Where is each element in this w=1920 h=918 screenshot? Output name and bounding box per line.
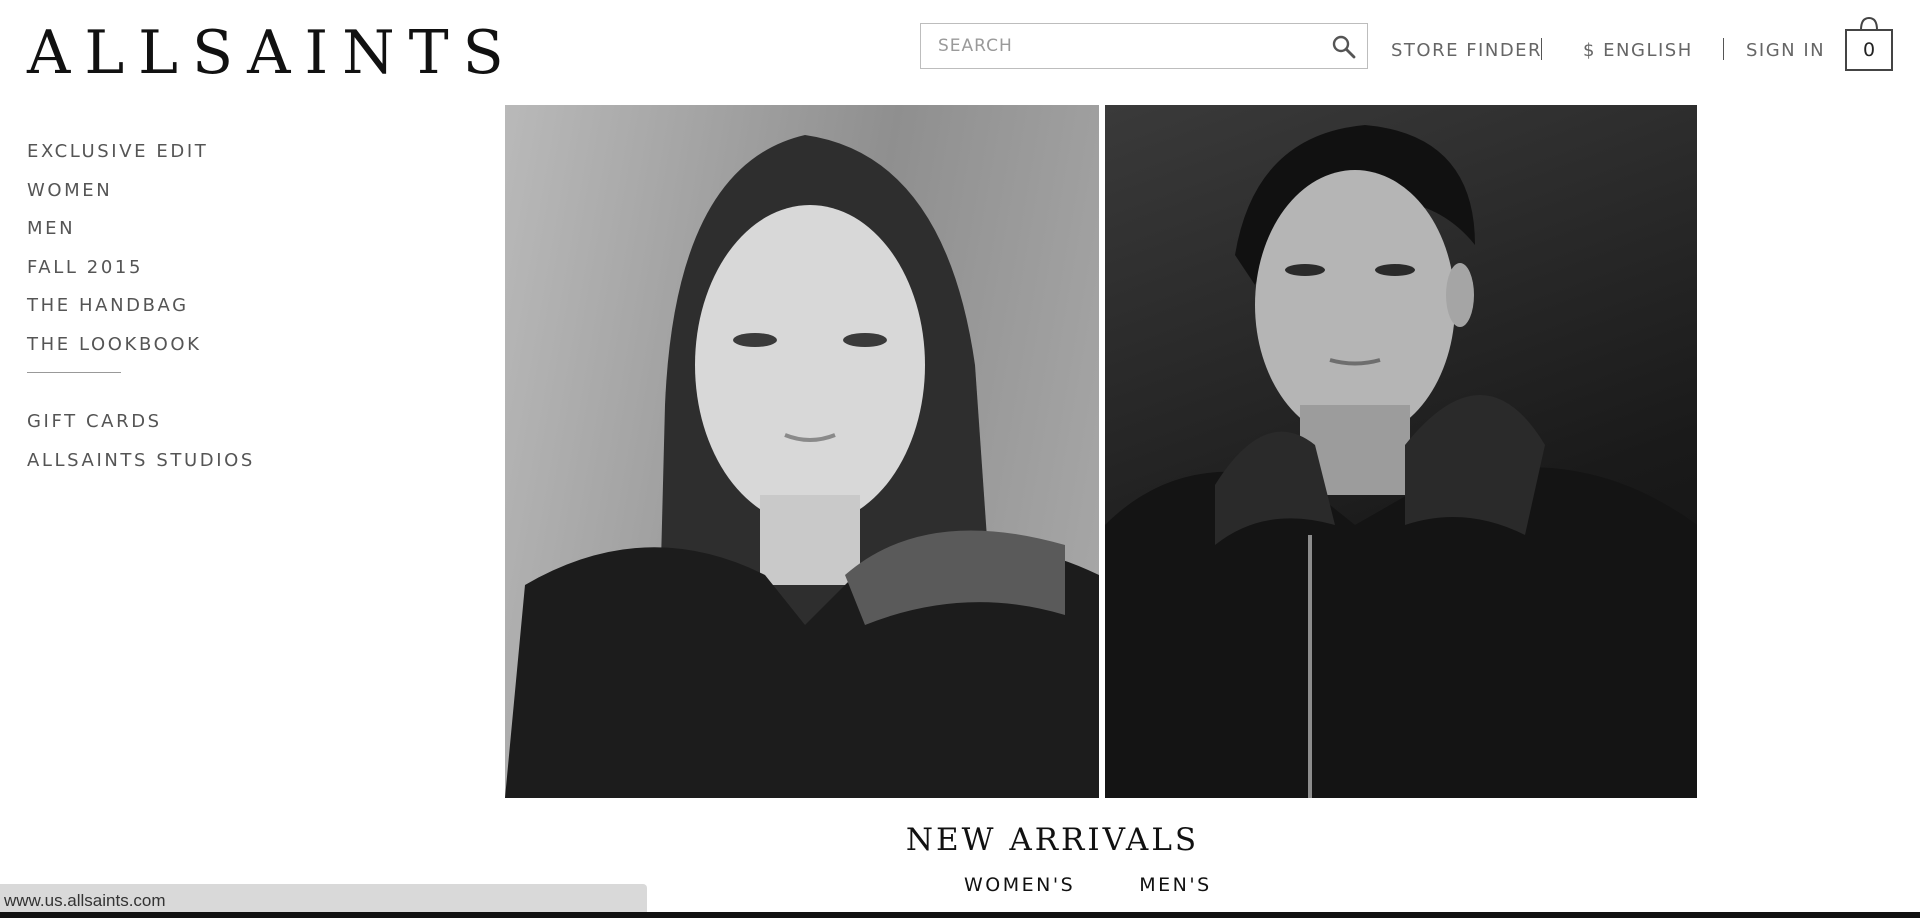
brand-logo[interactable]: ALLSAINTS (27, 18, 518, 88)
sidebar-item-allsaints-studios[interactable]: ALLSAINTS STUDIOS (27, 448, 255, 487)
nav-separator (1541, 38, 1542, 60)
sidebar-item-gift-cards[interactable]: GIFT CARDS (27, 409, 255, 448)
new-arrivals-heading: NEW ARRIVALS (905, 822, 1200, 858)
sidebar-divider (27, 372, 121, 373)
page-bottom-strip (0, 912, 1920, 918)
search-input[interactable] (921, 24, 1321, 68)
mens-new-arrivals-link[interactable]: MEN'S (1139, 874, 1211, 896)
sidebar-item-exclusive-edit[interactable]: EXCLUSIVE EDIT (27, 139, 255, 178)
currency-language-selector[interactable]: $ ENGLISH (1583, 40, 1693, 61)
search-icon[interactable] (1331, 34, 1357, 60)
store-finder-link[interactable]: STORE FINDER (1391, 40, 1542, 61)
shopping-bag-button[interactable]: 0 (1843, 14, 1895, 72)
new-arrivals-links: WOMEN'S MEN'S (964, 874, 1271, 896)
nav-separator (1723, 38, 1724, 60)
womens-new-arrivals-link[interactable]: WOMEN'S (964, 874, 1075, 896)
woman-portrait-photo[interactable] (505, 105, 1099, 798)
sidebar-item-men[interactable]: MEN (27, 216, 255, 255)
sidebar-item-the-handbag[interactable]: THE HANDBAG (27, 293, 255, 332)
sidebar-item-women[interactable]: WOMEN (27, 178, 255, 217)
search-box (920, 23, 1368, 69)
sidebar-item-the-lookbook[interactable]: THE LOOKBOOK (27, 332, 255, 371)
man-portrait-photo[interactable] (1105, 105, 1697, 798)
bag-count: 0 (1862, 39, 1876, 61)
sign-in-link[interactable]: SIGN IN (1746, 40, 1825, 61)
sidebar-nav: EXCLUSIVE EDIT WOMEN MEN FALL 2015 THE H… (27, 139, 255, 486)
sidebar-item-fall-2015[interactable]: FALL 2015 (27, 255, 255, 294)
